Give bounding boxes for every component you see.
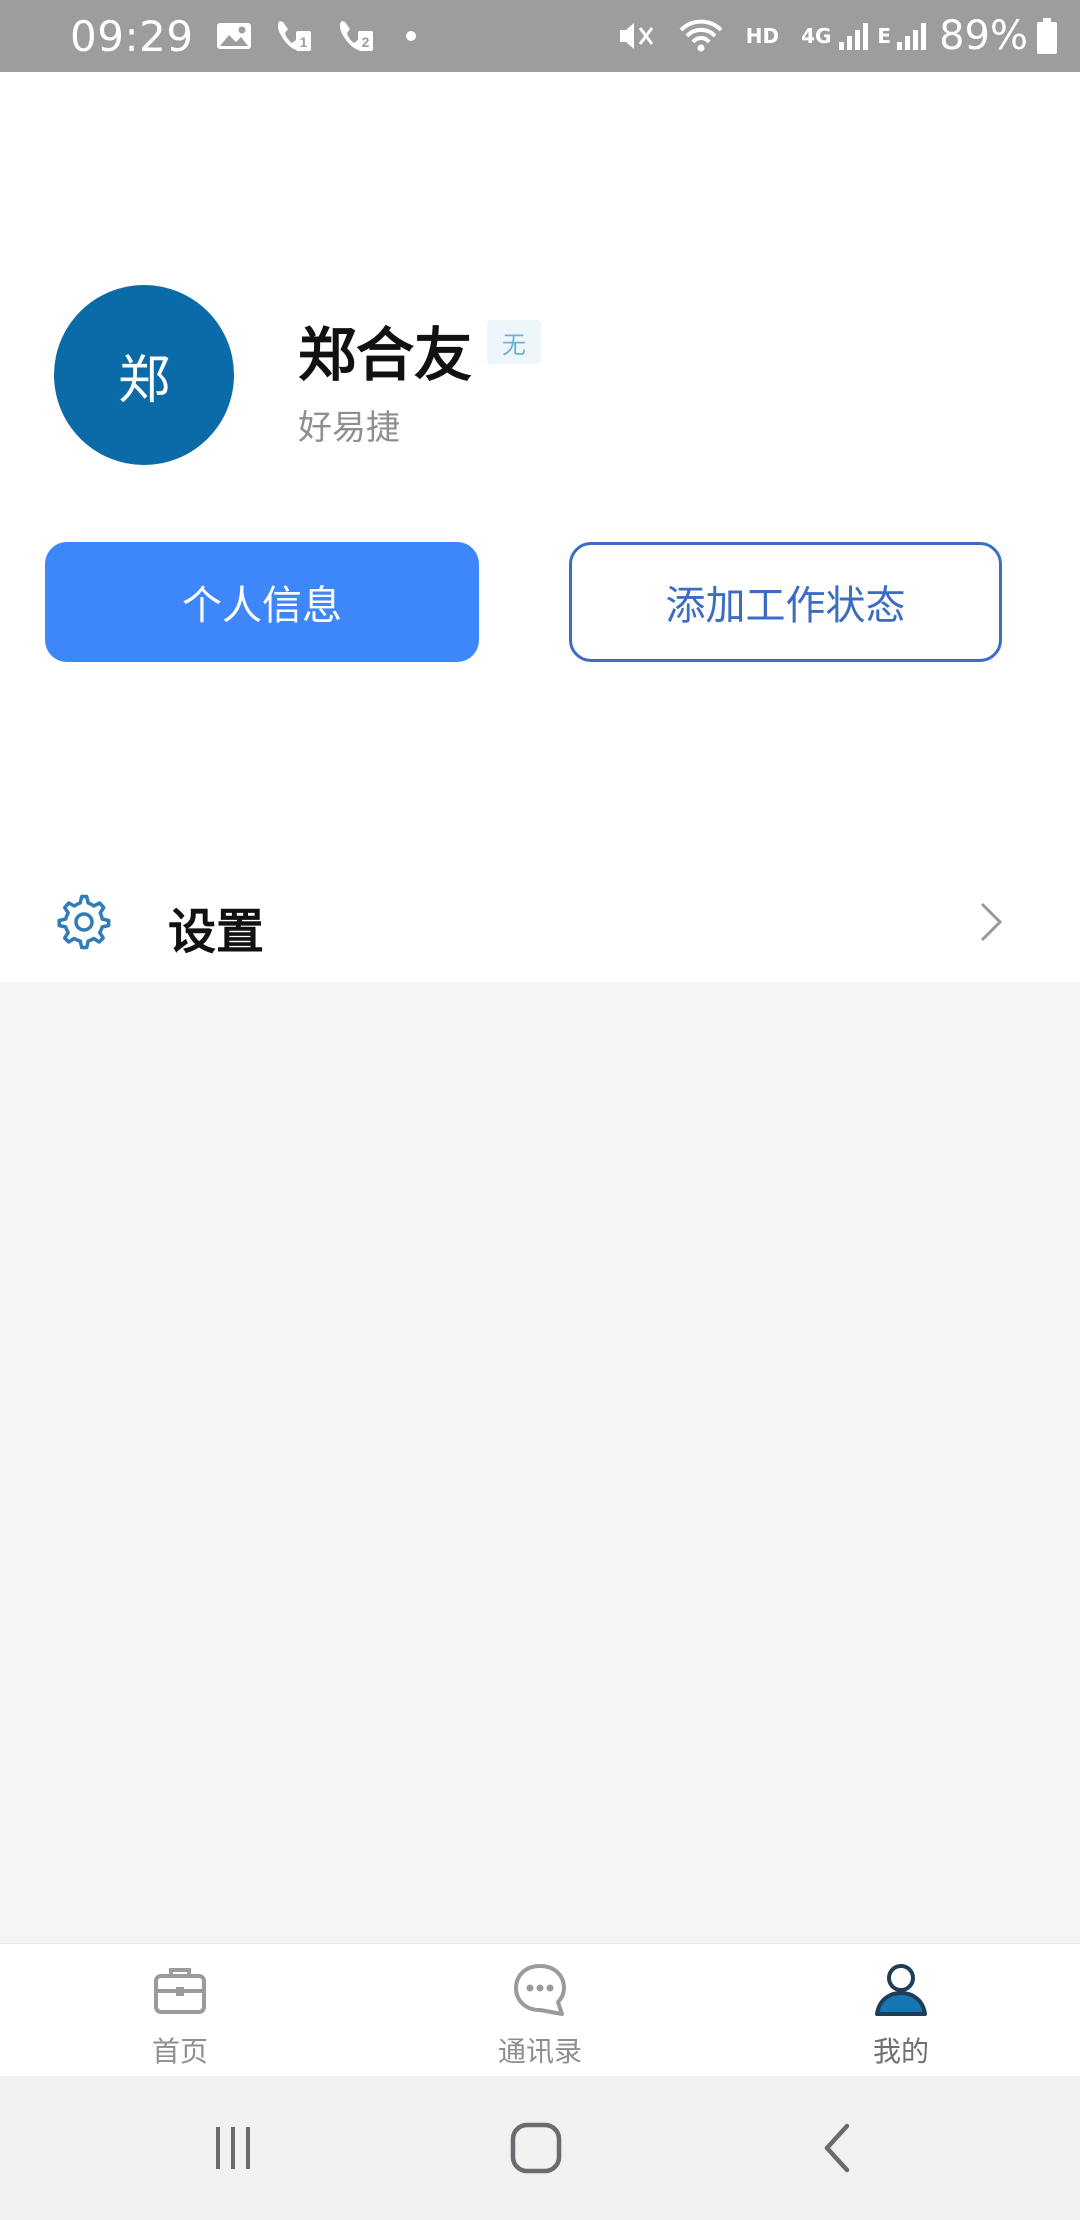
briefcase-icon — [154, 1968, 206, 2014]
status-bar-left: 09:29 1 2 — [70, 12, 416, 61]
tab-home-label: 首页 — [151, 2035, 208, 2068]
mute-icon — [616, 18, 656, 54]
notification-dot-icon — [405, 31, 416, 41]
back-icon — [824, 2123, 850, 2173]
personal-info-button[interactable]: 个人信息 — [45, 542, 479, 662]
tab-contacts[interactable]: 通讯录 — [430, 1944, 650, 2077]
app-screen: 09:29 1 2 HD 4G E 89% 郑 郑合友 无 好易捷 个人信息 添… — [0, 0, 1080, 2220]
recent-apps-button[interactable] — [203, 2118, 263, 2178]
home-icon — [510, 2122, 562, 2174]
svg-text:1: 1 — [299, 34, 307, 50]
tab-contacts-label: 通讯录 — [497, 2035, 582, 2068]
profile-card: 郑 郑合友 无 好易捷 个人信息 添加工作状态 设置 — [0, 72, 1080, 982]
system-nav-bar — [0, 2076, 1080, 2220]
home-button[interactable] — [506, 2118, 566, 2178]
network-hd-label: HD — [745, 24, 780, 48]
status-bar: 09:29 1 2 HD 4G E 89% — [0, 0, 1080, 72]
back-button[interactable] — [808, 2118, 868, 2178]
tab-me-label: 我的 — [872, 2035, 929, 2068]
battery-percent: 89% — [939, 13, 1028, 59]
settings-label: 设置 — [168, 904, 265, 960]
battery-icon — [1036, 17, 1058, 55]
user-name: 郑合友 — [298, 321, 473, 389]
add-work-status-button[interactable]: 添加工作状态 — [569, 542, 1002, 662]
network-e-label: E — [877, 24, 892, 48]
person-icon — [875, 1964, 927, 2016]
chevron-right-icon — [980, 902, 1003, 942]
tab-home[interactable]: 首页 — [70, 1944, 290, 2077]
wifi-icon — [678, 18, 724, 54]
recent-apps-icon — [216, 2127, 250, 2169]
status-time: 09:29 — [70, 11, 194, 61]
svg-text:2: 2 — [361, 34, 369, 50]
call-sim1-icon: 1 — [274, 17, 314, 55]
status-bar-right: HD 4G E 89% — [594, 13, 1058, 59]
signal-icon — [837, 20, 869, 52]
gear-icon — [57, 894, 111, 950]
network-4g-label: 4G — [801, 24, 832, 48]
user-company: 好易捷 — [298, 408, 400, 448]
gallery-icon — [216, 20, 252, 52]
status-badge: 无 — [487, 320, 541, 364]
avatar[interactable]: 郑 — [54, 285, 234, 465]
call-sim2-icon: 2 — [336, 17, 376, 55]
tab-me[interactable]: 我的 — [791, 1944, 1011, 2077]
settings-row[interactable]: 设置 — [0, 862, 1080, 982]
chat-bubble-icon — [514, 1964, 566, 2016]
bottom-tab-bar: 首页 通讯录 我的 — [0, 1943, 1080, 2076]
signal-2-icon — [895, 20, 927, 52]
